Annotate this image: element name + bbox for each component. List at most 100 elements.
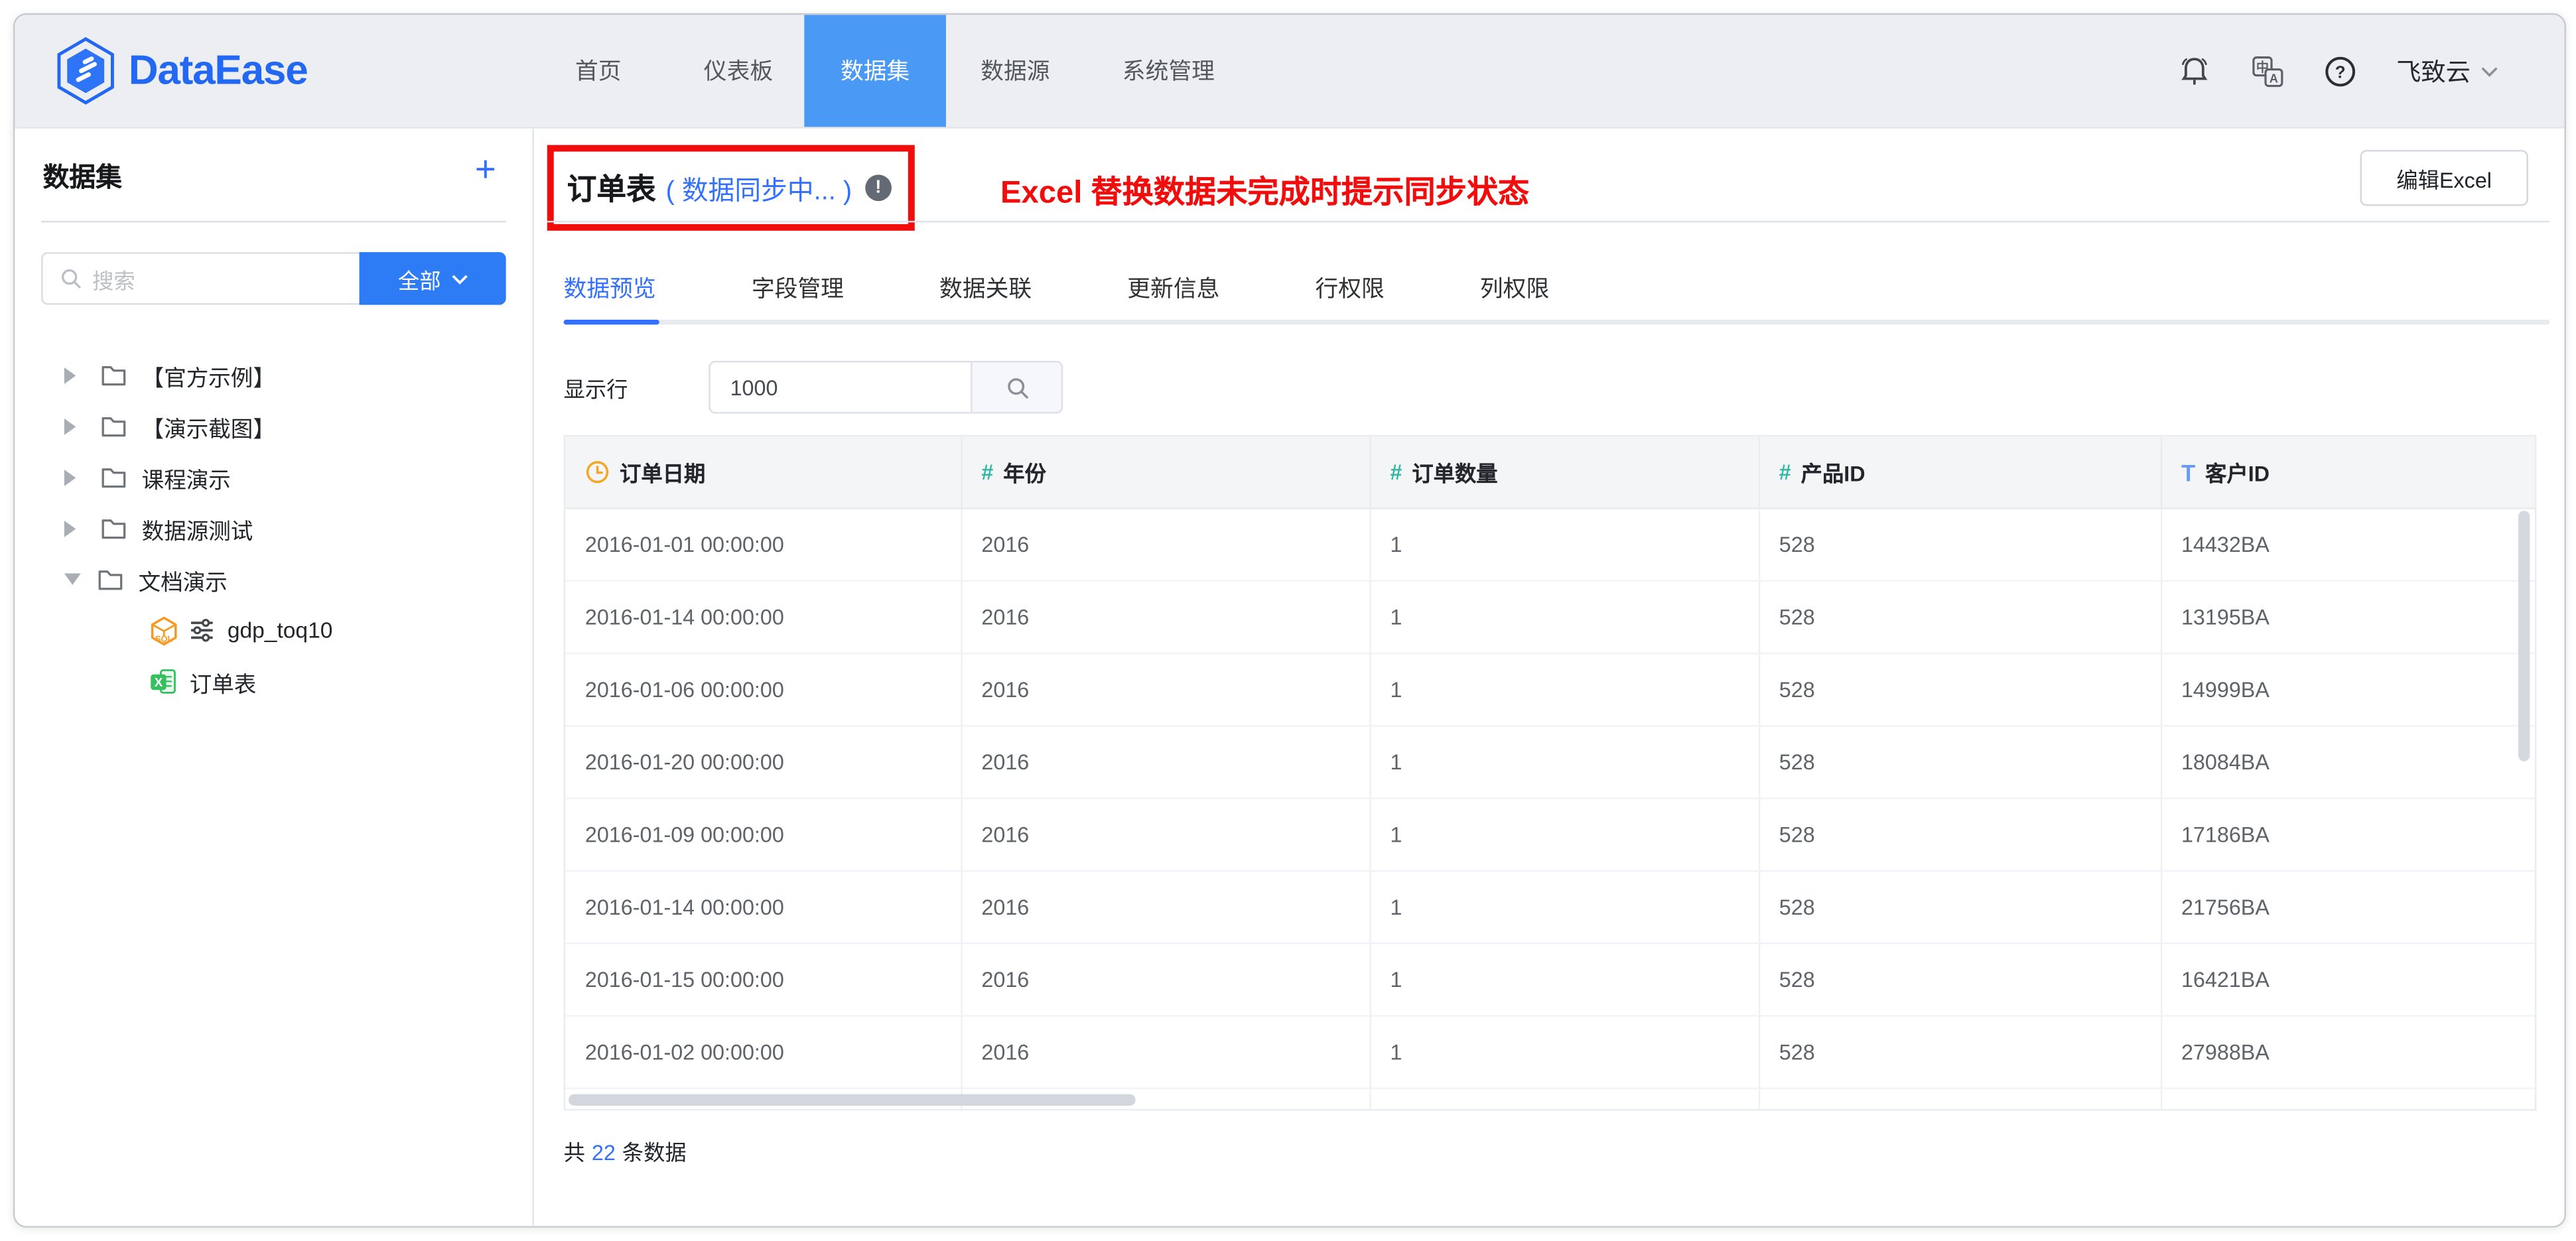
search-input[interactable]: 搜索 xyxy=(41,252,359,304)
text-field-icon: T xyxy=(2181,459,2195,486)
tab-field-management[interactable]: 字段管理 xyxy=(752,272,844,305)
table-cell: 528 xyxy=(1759,508,2161,580)
count-value: 22 xyxy=(592,1140,616,1165)
column-header-order-date: 订单日期 xyxy=(565,436,961,508)
dataset-tree: 【官方示例】 【演示截图】 课程演示 xyxy=(15,350,532,707)
tab-data-association[interactable]: 数据关联 xyxy=(939,272,1032,305)
table-cell: 2016-01-02 00:00:00 xyxy=(565,1016,961,1088)
table-cell: 13195BA xyxy=(2161,581,2535,653)
table-cell: 2016-01-09 00:00:00 xyxy=(565,799,961,871)
table-cell: 2016 xyxy=(961,943,1369,1015)
annotation-red-box: 订单表 ( 数据同步中... ) ! xyxy=(547,145,915,231)
caret-right-icon[interactable] xyxy=(64,367,84,383)
table-cell: 18084BA xyxy=(2161,726,2535,798)
column-header-product-id: # 产品ID xyxy=(1759,436,2161,508)
user-menu[interactable]: 飞致云 xyxy=(2396,54,2498,88)
filter-all-button[interactable]: 全部 xyxy=(360,252,506,304)
display-rows-control: 显示行 1000 xyxy=(564,361,1063,413)
table-cell: 2016-01-15 00:00:00 xyxy=(565,943,961,1015)
table-cell: 528 xyxy=(1759,726,2161,798)
table-row: 2016-01-02 00:00:002016152827988BA xyxy=(565,1016,2535,1088)
table-cell: 1 xyxy=(1369,726,1758,798)
sidebar-folder-official-examples[interactable]: 【官方示例】 xyxy=(15,350,532,401)
chevron-down-icon xyxy=(2480,65,2498,76)
table-cell: 1 xyxy=(1369,581,1758,653)
vertical-scrollbar-thumb[interactable] xyxy=(2518,511,2530,761)
table-row: 2016-01-14 00:00:002016152813195BA xyxy=(565,581,2535,653)
svg-text:?: ? xyxy=(2335,61,2346,81)
data-preview-table: 订单日期 # 年份 xyxy=(564,435,2537,1111)
sidebar-dataset-order-table[interactable]: X 订单表 xyxy=(15,656,532,707)
number-field-icon: # xyxy=(1390,460,1402,484)
nav-item-datasource[interactable]: 数据源 xyxy=(981,15,1050,127)
apply-rows-button[interactable] xyxy=(973,361,1063,413)
table-cell: 2016 xyxy=(961,508,1369,580)
dataease-logo-icon xyxy=(56,36,115,105)
sidebar-folder-document-demo[interactable]: 文档演示 xyxy=(15,554,532,605)
sidebar-title: 数据集 xyxy=(43,155,122,195)
tab-underline-track xyxy=(564,320,2550,324)
top-navbar: DataEase 首页 仪表板 数据集 数据源 系统管理 xyxy=(15,15,2564,128)
nav-item-home[interactable]: 首页 xyxy=(575,15,622,127)
sync-info-icon[interactable]: ! xyxy=(865,174,892,201)
language-translate-icon[interactable]: 中 A xyxy=(2252,54,2285,88)
tab-update-info[interactable]: 更新信息 xyxy=(1127,272,1219,305)
sidebar-dataset-gdp-toq10[interactable]: SQL gdp_toq10 xyxy=(15,605,532,656)
help-icon[interactable]: ? xyxy=(2324,54,2357,88)
logo-text: DataEase xyxy=(129,47,308,95)
nav-item-dashboard[interactable]: 仪表板 xyxy=(704,15,773,127)
horizontal-scrollbar-thumb[interactable] xyxy=(569,1094,1136,1106)
main-nav-menu: 首页 仪表板 数据集 数据源 系统管理 xyxy=(575,15,1215,127)
table-row: 2016-01-09 00:00:002016152817186BA xyxy=(565,799,2535,871)
caret-right-icon[interactable] xyxy=(64,469,84,486)
time-field-icon xyxy=(585,460,610,484)
tab-data-preview[interactable]: 数据预览 xyxy=(564,272,656,305)
table-cell: 16421BA xyxy=(2161,943,2535,1015)
table-cell: 2016-01-14 00:00:00 xyxy=(565,581,961,653)
search-placeholder: 搜索 xyxy=(92,263,135,294)
caret-right-icon[interactable] xyxy=(64,418,84,434)
table-cell: 528 xyxy=(1759,653,2161,726)
header-divider xyxy=(547,221,2549,222)
sidebar-folder-course-demo[interactable]: 课程演示 xyxy=(15,452,532,503)
folder-label: 【演示截图】 xyxy=(142,409,275,442)
table-cell: 2016 xyxy=(961,653,1369,726)
add-dataset-button[interactable]: + xyxy=(475,149,496,192)
table-cell: 1 xyxy=(1369,1016,1758,1088)
sidebar-folder-demo-screenshots[interactable]: 【演示截图】 xyxy=(15,401,532,452)
sync-status-text: ( 数据同步中... ) xyxy=(666,168,852,208)
folder-icon xyxy=(101,466,127,489)
caret-right-icon[interactable] xyxy=(64,520,84,537)
count-suffix: 条数据 xyxy=(622,1140,687,1165)
nav-item-system-management[interactable]: 系统管理 xyxy=(1122,15,1215,127)
display-rows-input[interactable]: 1000 xyxy=(709,361,972,413)
caret-down-icon[interactable] xyxy=(64,574,81,594)
dataease-logo[interactable]: DataEase xyxy=(56,36,307,105)
screen: DataEase 首页 仪表板 数据集 数据源 系统管理 xyxy=(0,0,2576,1241)
notification-bell-icon[interactable] xyxy=(2179,54,2212,88)
annotation-text: Excel 替换数据未完成时提示同步状态 xyxy=(1000,168,1529,212)
edit-excel-button[interactable]: 编辑Excel xyxy=(2360,150,2528,206)
sidebar-folder-datasource-test[interactable]: 数据源测试 xyxy=(15,503,532,554)
table-cell xyxy=(1369,1088,1758,1109)
user-name: 飞致云 xyxy=(2396,54,2471,88)
table-cell: 2016 xyxy=(961,1016,1369,1088)
table-cell: 17186BA xyxy=(2161,799,2535,871)
tab-row-permission[interactable]: 行权限 xyxy=(1315,272,1384,305)
folder-label: 文档演示 xyxy=(139,562,228,596)
active-tab-indicator xyxy=(564,320,659,324)
folder-icon xyxy=(101,415,127,438)
column-label: 产品ID xyxy=(1801,456,1865,488)
folder-icon xyxy=(101,517,127,540)
table-header-row: 订单日期 # 年份 xyxy=(565,436,2535,508)
column-label: 年份 xyxy=(1003,456,1046,488)
tab-column-permission[interactable]: 列权限 xyxy=(1480,272,1549,305)
column-header-order-quantity: # 订单数量 xyxy=(1369,436,1758,508)
navbar-right-cluster: 中 A ? 飞致云 xyxy=(2179,15,2498,127)
dataset-label: 订单表 xyxy=(190,665,257,698)
table-row: 2016-01-01 00:00:002016152814432BA xyxy=(565,508,2535,580)
table-cell: 2016 xyxy=(961,726,1369,798)
nav-item-dataset[interactable]: 数据集 xyxy=(804,15,946,127)
table-cell: 2016-01-14 00:00:00 xyxy=(565,871,961,943)
table-row: 2016-01-14 00:00:002016152821756BA xyxy=(565,871,2535,943)
